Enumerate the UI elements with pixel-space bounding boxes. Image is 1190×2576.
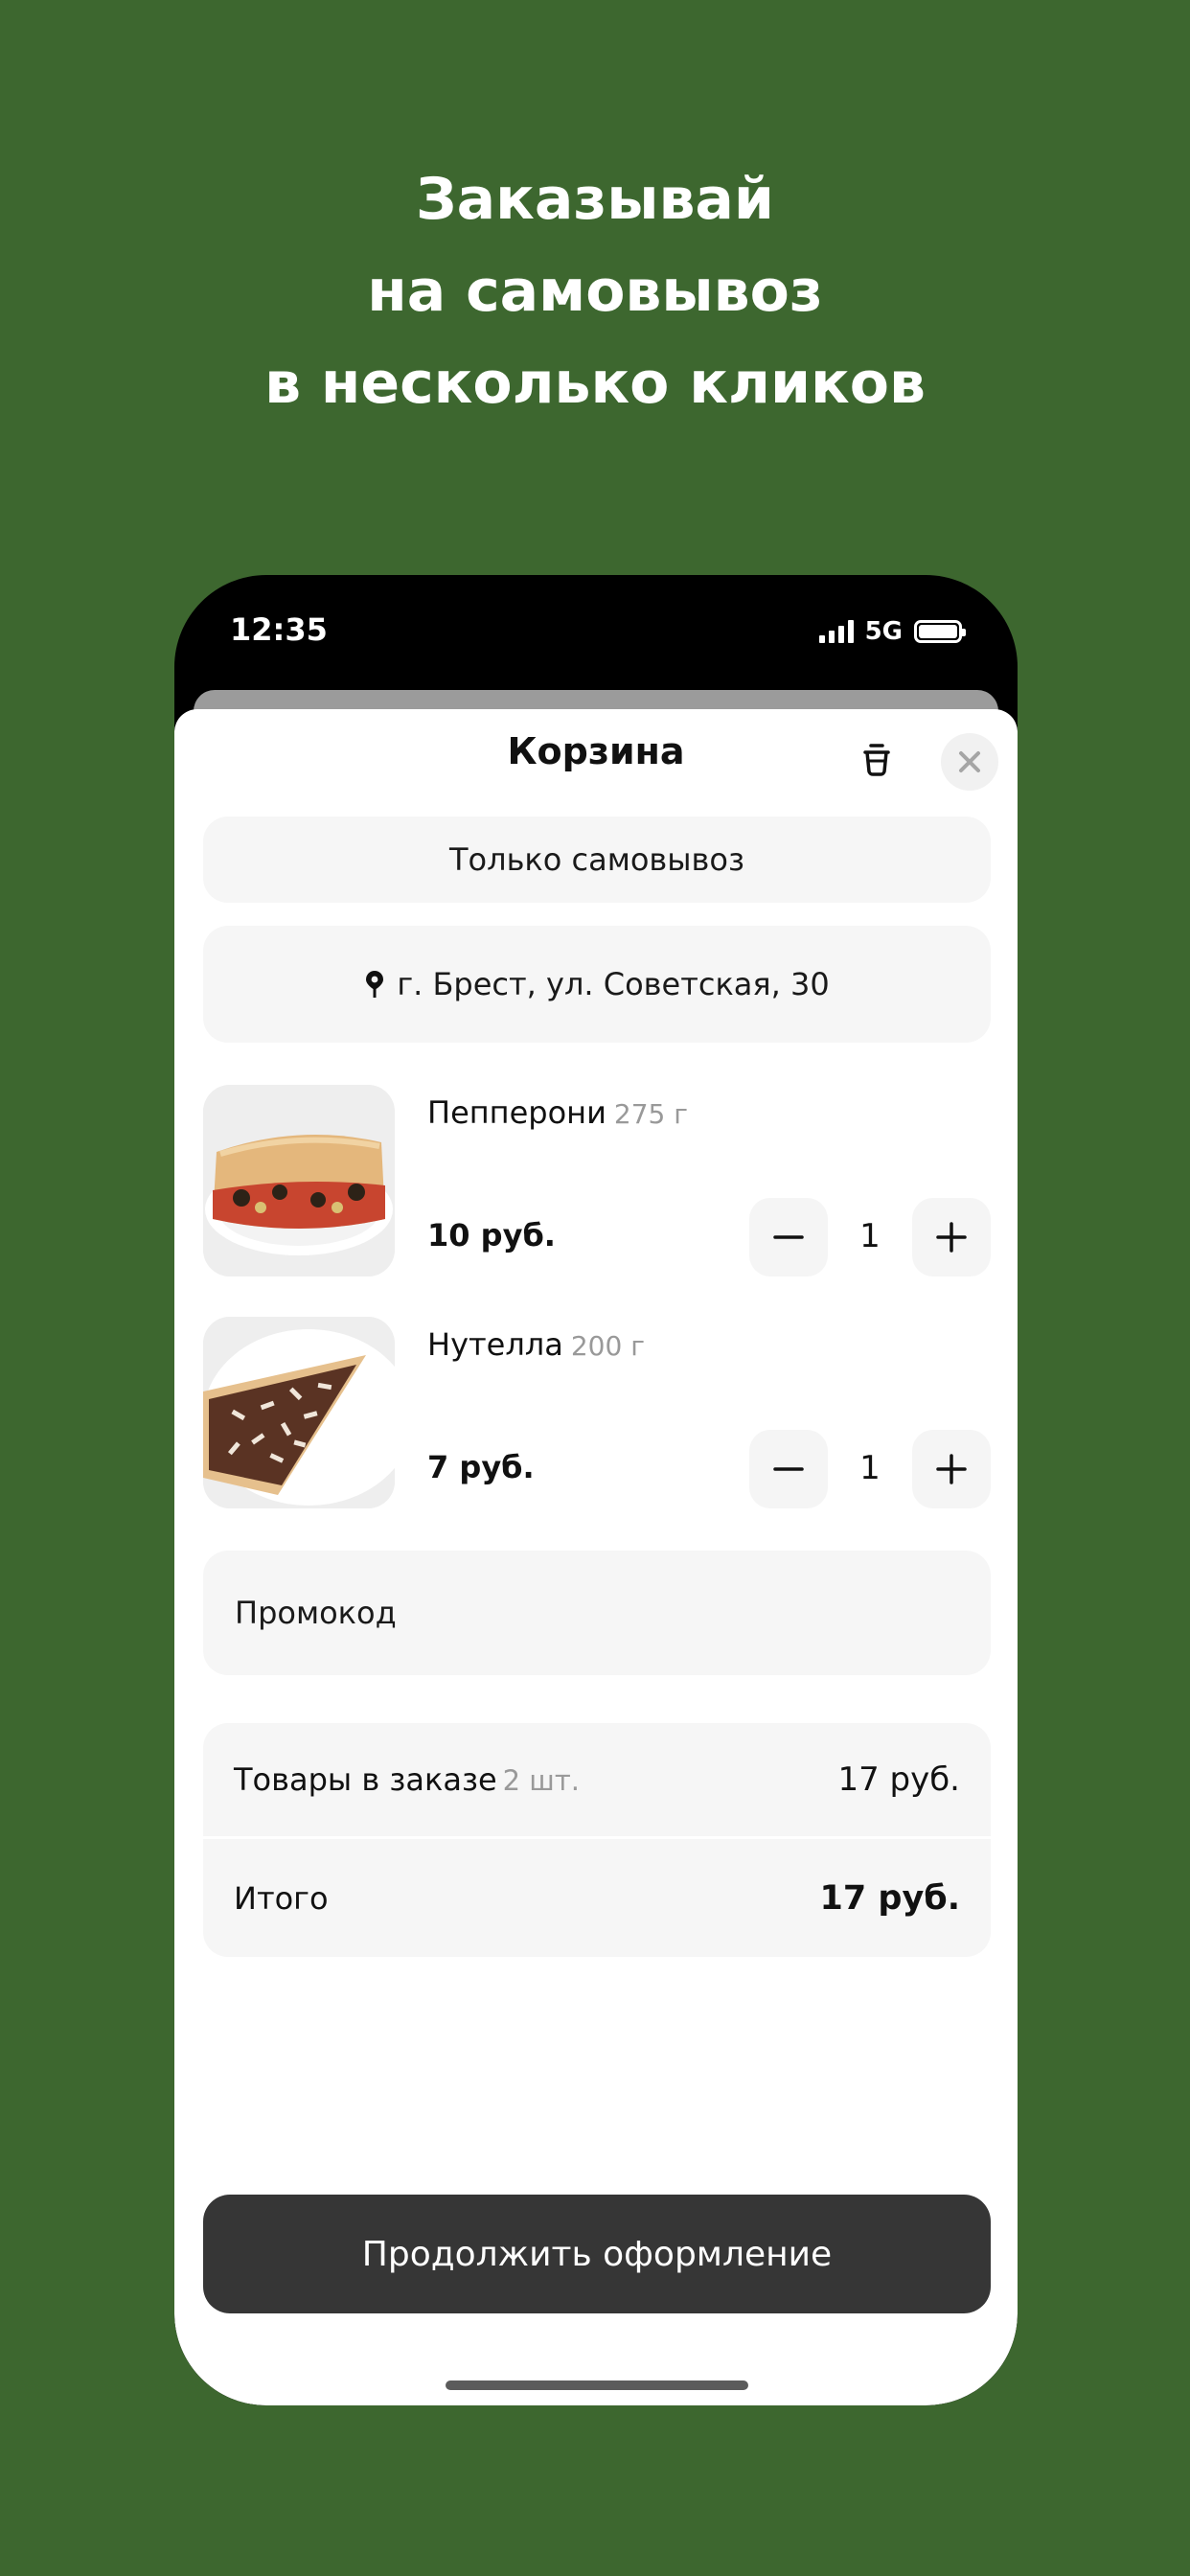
headline-line-2: на самовывоз <box>367 258 823 325</box>
quantity-stepper: 1 <box>749 1430 991 1508</box>
trash-icon <box>863 744 890 776</box>
minus-icon <box>773 1235 804 1239</box>
headline-line-3: в несколько кликов <box>264 350 926 417</box>
cart-item-nutella: Нутелла 200 г 7 руб. 1 <box>203 1317 991 1508</box>
increase-quantity-button[interactable] <box>912 1430 991 1508</box>
signal-icon <box>818 620 854 643</box>
location-pin-icon <box>366 971 384 998</box>
close-button[interactable] <box>941 733 998 791</box>
minus-icon <box>773 1467 804 1471</box>
item-weight: 275 г <box>613 1098 688 1130</box>
summary-items-count: 2 шт. <box>502 1764 580 1797</box>
close-icon <box>959 751 980 772</box>
phone-frame: 12:35 5G Корзина Только самовывоз г. Бре… <box>174 575 1018 2405</box>
home-indicator[interactable] <box>446 2380 748 2390</box>
cart-item-pepperoni: Пепперони 275 г 10 руб. 1 <box>203 1085 991 1276</box>
network-type: 5G <box>864 617 903 646</box>
item-price: 7 руб. <box>427 1449 535 1485</box>
decrease-quantity-button[interactable] <box>749 1198 828 1276</box>
promo-headline: Заказывай на самовывоз в несколько клико… <box>0 153 1190 429</box>
summary-total-row: Итого 17 руб. <box>203 1840 991 1956</box>
promo-code-field[interactable]: Промокод <box>203 1551 991 1675</box>
summary-total-label: Итого <box>234 1879 329 1917</box>
cart-sheet: Корзина Только самовывоз г. Брест, ул. С… <box>174 709 1018 2405</box>
status-time: 12:35 <box>230 611 328 648</box>
pepperoni-image <box>203 1085 395 1276</box>
order-summary: Товары в заказе 2 шт. 17 руб. Итого 17 ру… <box>203 1723 991 1957</box>
quantity-value: 1 <box>859 1217 881 1255</box>
summary-items-label: Товары в заказе 2 шт. <box>234 1761 580 1798</box>
decrease-quantity-button[interactable] <box>749 1430 828 1508</box>
quantity-stepper: 1 <box>749 1198 991 1276</box>
battery-icon <box>914 620 966 643</box>
address-text: г. Брест, ул. Советская, 30 <box>397 966 830 1002</box>
item-price: 10 руб. <box>427 1217 556 1254</box>
increase-quantity-button[interactable] <box>912 1198 991 1276</box>
item-name: Нутелла 200 г <box>427 1326 645 1363</box>
item-weight: 200 г <box>570 1330 645 1362</box>
headline-line-1: Заказывай <box>416 166 774 233</box>
item-name: Пепперони 275 г <box>427 1094 688 1131</box>
pickup-address-button[interactable]: г. Брест, ул. Советская, 30 <box>203 926 991 1043</box>
nutella-image <box>203 1317 395 1508</box>
status-indicators: 5G <box>818 617 966 646</box>
summary-items-row: Товары в заказе 2 шт. 17 руб. <box>203 1723 991 1839</box>
clear-cart-button[interactable] <box>855 736 899 780</box>
continue-checkout-button[interactable]: Продолжить оформление <box>203 2195 991 2313</box>
plus-icon <box>936 1222 967 1253</box>
quantity-value: 1 <box>859 1449 881 1487</box>
plus-icon <box>936 1454 967 1484</box>
pickup-notice: Только самовывоз <box>203 816 991 903</box>
summary-items-value: 17 руб. <box>837 1760 960 1799</box>
summary-total-value: 17 руб. <box>819 1878 961 1918</box>
